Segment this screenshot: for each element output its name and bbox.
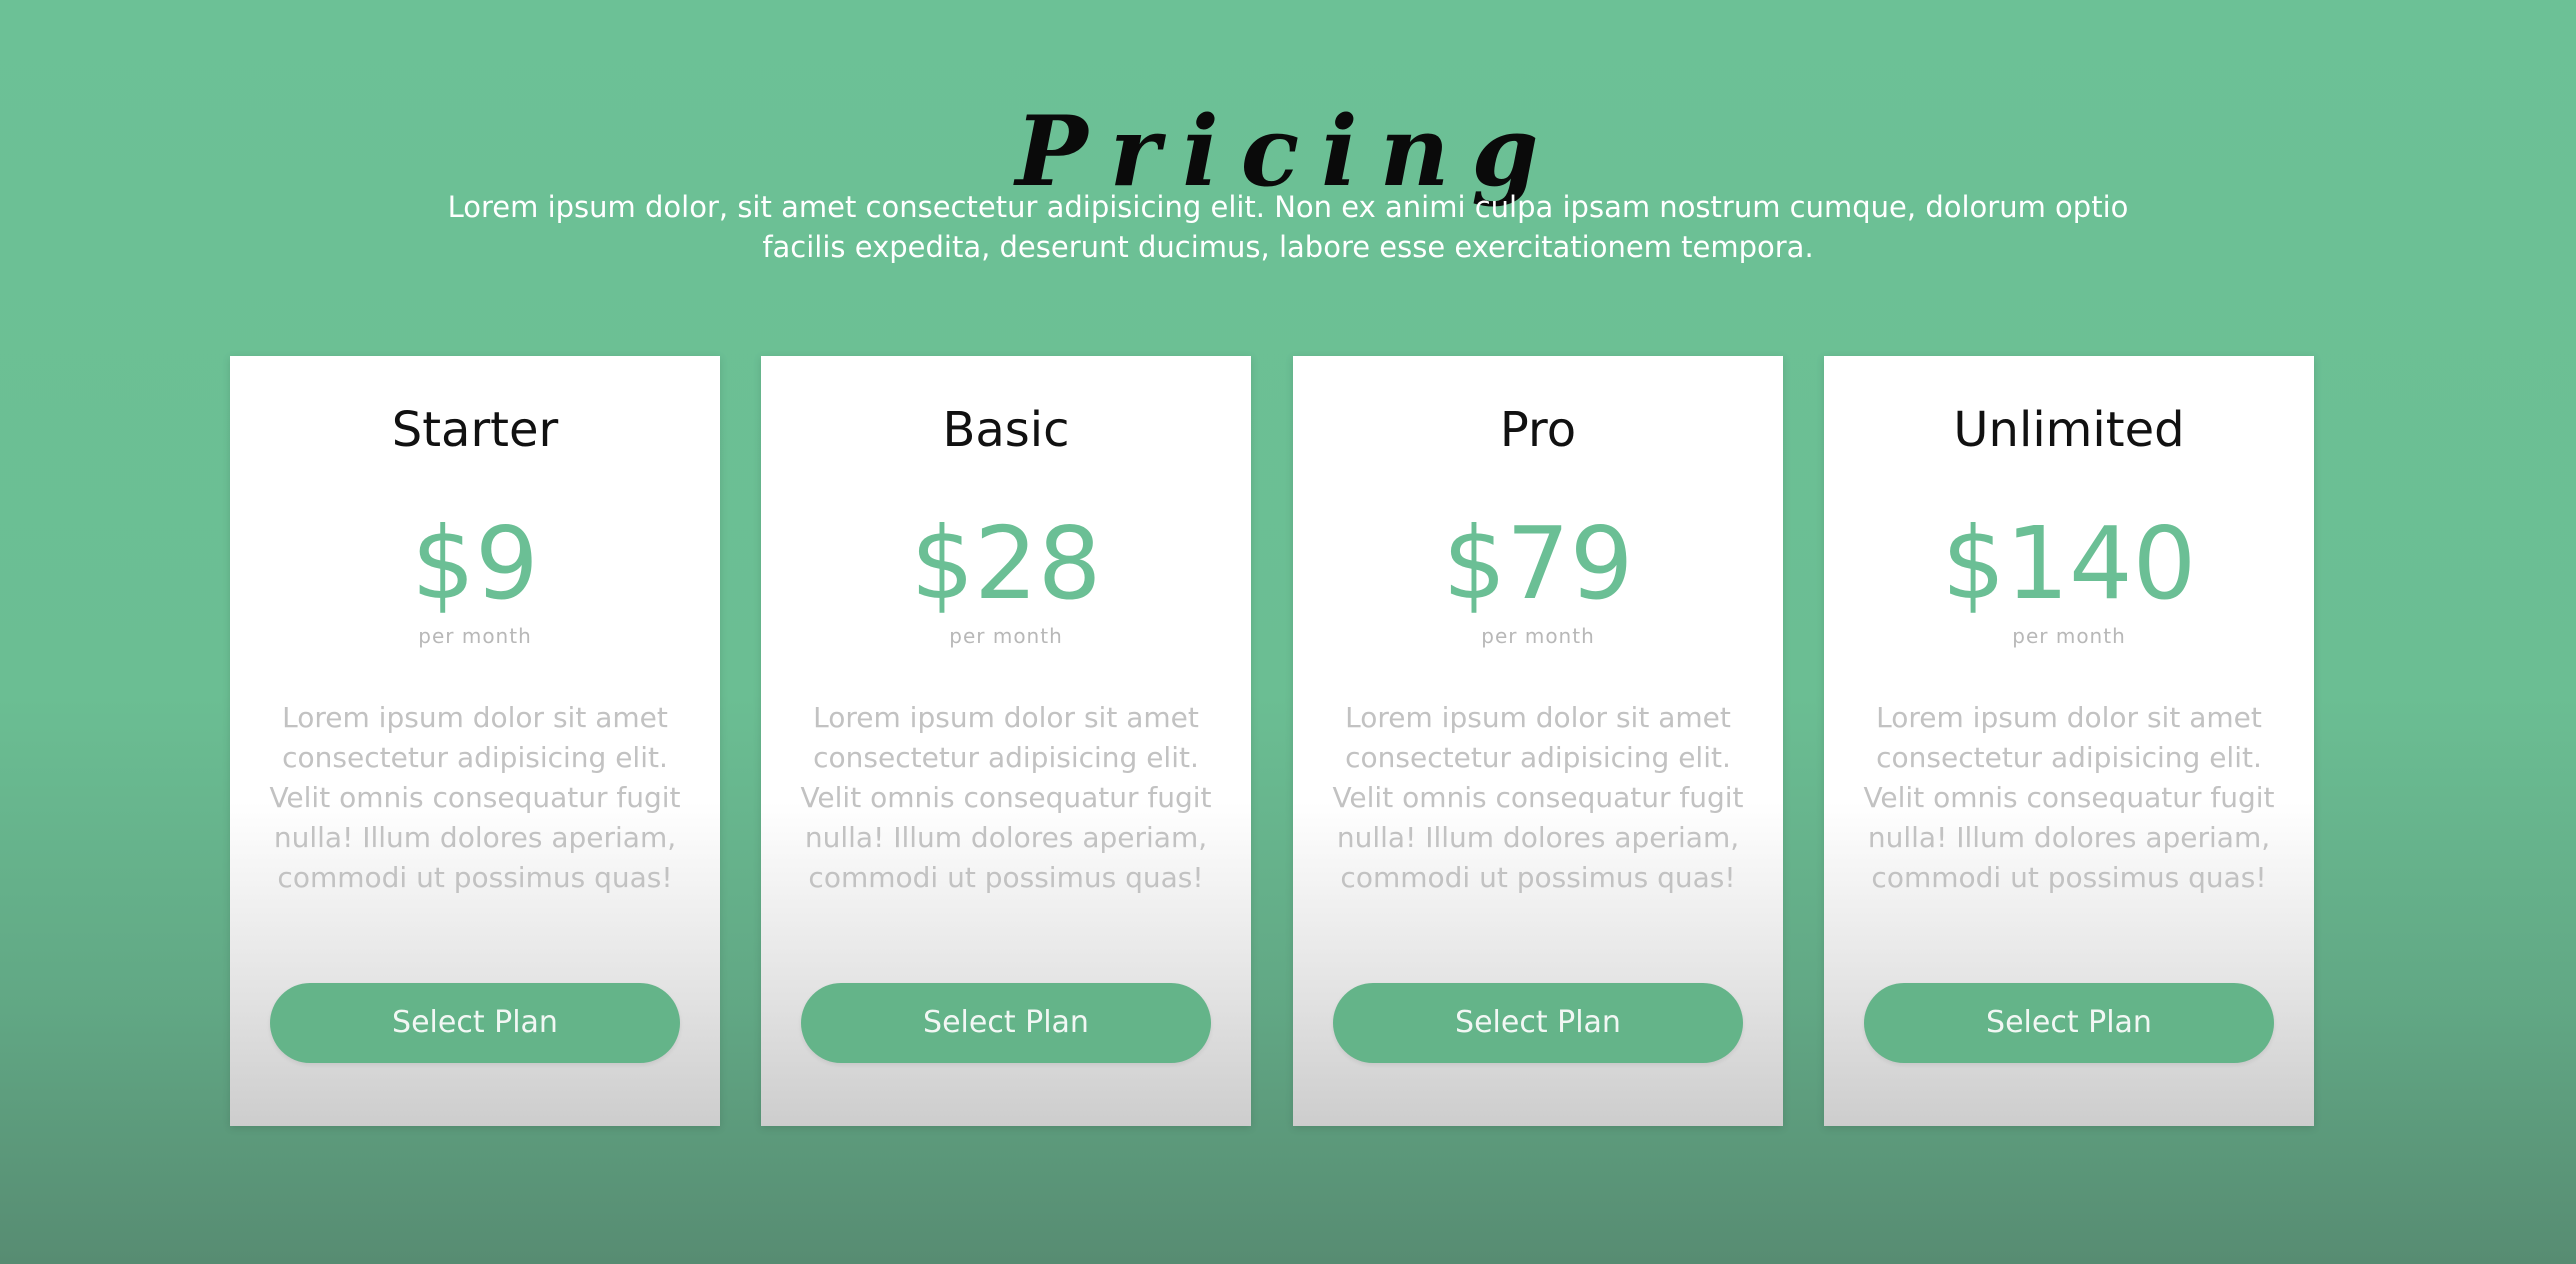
pricing-card-starter: Starter $9 per month Lorem ipsum dolor s… bbox=[230, 356, 720, 1126]
plan-name: Basic bbox=[942, 402, 1070, 458]
select-plan-button[interactable]: Select Plan bbox=[1864, 983, 2274, 1063]
plan-price: $140 bbox=[1941, 505, 2197, 622]
plan-description: Lorem ipsum dolor sit amet consectetur a… bbox=[1863, 701, 2275, 894]
pricing-card-pro: Pro $79 per month Lorem ipsum dolor sit … bbox=[1293, 356, 1783, 1126]
plan-name: Pro bbox=[1499, 402, 1577, 458]
plan-name: Starter bbox=[391, 402, 559, 458]
plan-period: per month bbox=[2012, 624, 2126, 648]
plan-description: Lorem ipsum dolor sit amet consectetur a… bbox=[269, 701, 681, 894]
pricing-card-unlimited: Unlimited $140 per month Lorem ipsum dol… bbox=[1824, 356, 2314, 1126]
plan-period: per month bbox=[418, 624, 532, 648]
select-plan-button[interactable]: Select Plan bbox=[1333, 983, 1743, 1063]
plan-price: $9 bbox=[411, 505, 539, 622]
select-plan-button[interactable]: Select Plan bbox=[801, 983, 1211, 1063]
plan-price: $28 bbox=[910, 505, 1102, 622]
plan-period: per month bbox=[1481, 624, 1595, 648]
pricing-cards: Starter $9 per month Lorem ipsum dolor s… bbox=[230, 356, 2314, 1126]
select-plan-button[interactable]: Select Plan bbox=[270, 983, 680, 1063]
plan-description: Lorem ipsum dolor sit amet consectetur a… bbox=[800, 701, 1212, 894]
plan-name: Unlimited bbox=[1953, 402, 2185, 458]
plan-description: Lorem ipsum dolor sit amet consectetur a… bbox=[1332, 701, 1744, 894]
plan-price: $79 bbox=[1442, 505, 1634, 622]
plan-period: per month bbox=[949, 624, 1063, 648]
page-subtitle: Lorem ipsum dolor, sit amet consectetur … bbox=[447, 190, 2129, 264]
pricing-card-basic: Basic $28 per month Lorem ipsum dolor si… bbox=[761, 356, 1251, 1126]
